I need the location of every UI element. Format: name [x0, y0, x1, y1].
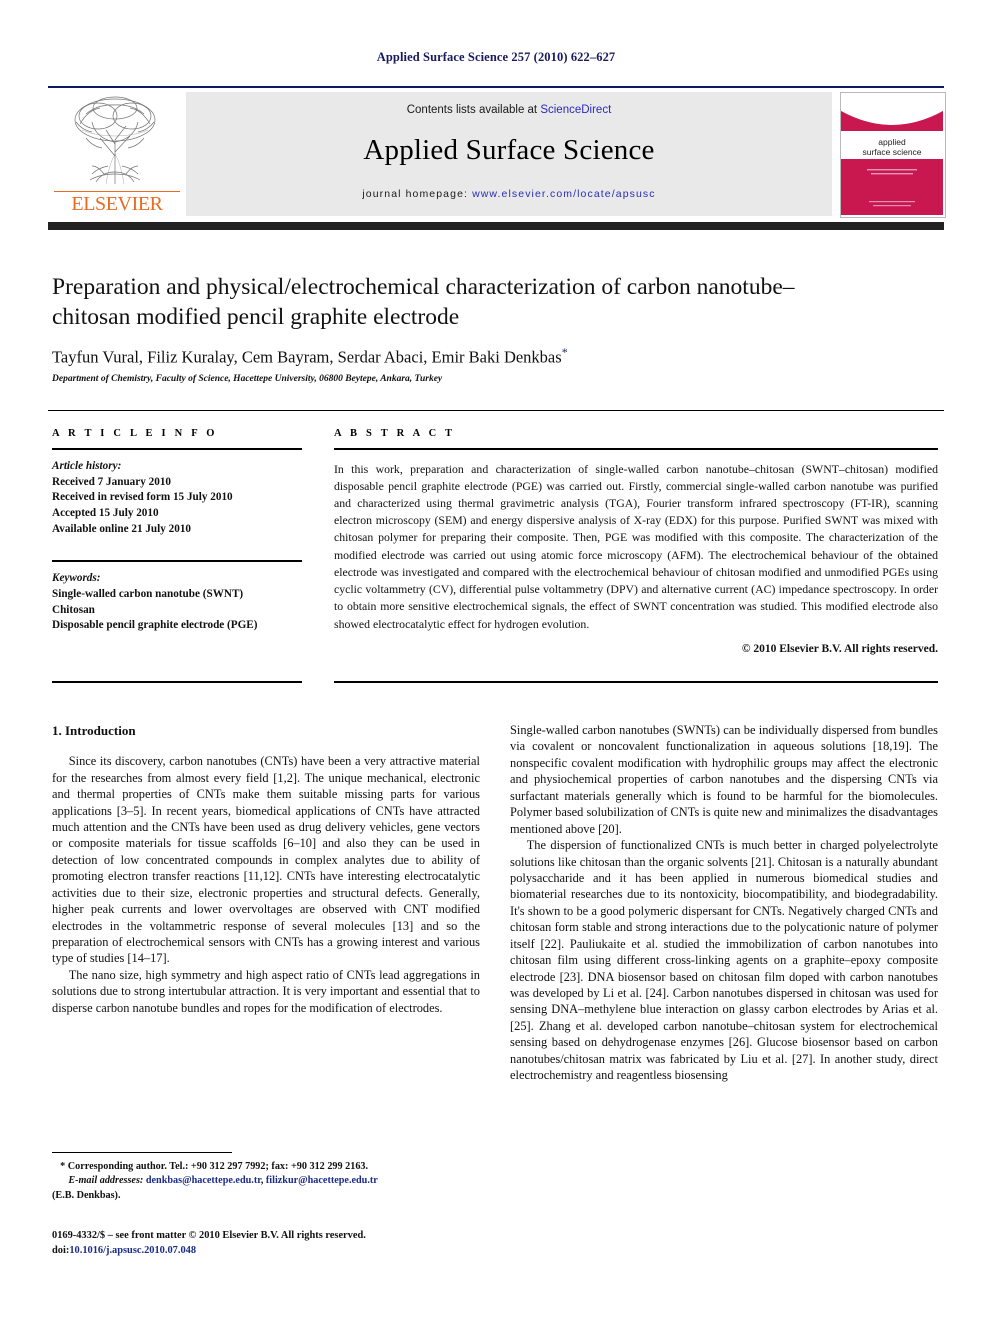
- email-note: E-mail addresses: denkbas@hacettepe.edu.…: [68, 1175, 378, 1187]
- journal-cover-thumbnail: applied surface science: [840, 92, 946, 218]
- email-addresses-label: E-mail addresses:: [68, 1175, 144, 1187]
- paragraph: The nano size, high symmetry and high as…: [52, 967, 480, 1015]
- masthead-bottom-bar: [48, 222, 944, 230]
- article-title: Preparation and physical/electrochemical…: [52, 274, 795, 331]
- keyword-item: Disposable pencil graphite electrode (PG…: [52, 619, 258, 632]
- elsevier-logo: ELSEVIER: [48, 92, 186, 216]
- elsevier-wordmark: ELSEVIER: [71, 193, 163, 215]
- cover-artwork: applied surface science: [841, 93, 943, 215]
- contents-lists-line: Contents lists available at ScienceDirec…: [186, 104, 832, 116]
- abstract-heading: A B S T R A C T: [334, 428, 456, 439]
- journal-homepage-line: journal homepage: www.elsevier.com/locat…: [186, 188, 832, 200]
- abstract-block: A B S T R A C T In this work, preparatio…: [334, 428, 938, 655]
- keywords-divider-rule: [52, 560, 302, 562]
- author-names: Tayfun Vural, Filiz Kuralay, Cem Bayram,…: [52, 347, 562, 367]
- abstract-heading-rule: [334, 448, 938, 450]
- top-navy-rule: [48, 86, 944, 88]
- section-heading-introduction: 1. Introduction: [52, 723, 136, 738]
- journal-masthead: ELSEVIER Contents lists available at Sci…: [48, 92, 946, 218]
- footnote-separator-rule: [52, 1152, 232, 1153]
- abstract-text: In this work, preparation and characteri…: [334, 461, 938, 631]
- doi-link[interactable]: 10.1016/j.apsusc.2010.07.048: [69, 1245, 196, 1256]
- svg-text:surface science: surface science: [862, 147, 921, 157]
- homepage-url-link[interactable]: www.elsevier.com/locate/apsusc: [472, 188, 656, 200]
- keywords-block: Keywords: Single-walled carbon nanotube …: [52, 571, 302, 635]
- issn-copyright-line: 0169-4332/$ – see front matter © 2010 El…: [52, 1230, 366, 1241]
- contents-prefix-text: Contents lists available at: [406, 104, 541, 116]
- footnote-block: * Corresponding author. Tel.: +90 312 29…: [52, 1160, 482, 1203]
- article-info-block: A R T I C L E I N F O Article history: R…: [52, 428, 302, 634]
- body-column-left: 1. Introduction Since its discovery, car…: [52, 722, 480, 1016]
- affiliation: Department of Chemistry, Faculty of Scie…: [52, 374, 443, 384]
- journal-title: Applied Surface Science: [363, 134, 655, 166]
- masthead-grey-band: Contents lists available at ScienceDirec…: [186, 92, 832, 216]
- keyword-item: Chitosan: [52, 603, 95, 616]
- article-info-heading: A R T I C L E I N F O: [52, 428, 218, 439]
- doi-label: doi:: [52, 1245, 70, 1257]
- sciencedirect-link[interactable]: ScienceDirect: [540, 104, 611, 116]
- article-history-block: Article history: Received 7 January 2010…: [52, 459, 302, 539]
- journal-article-page: Applied Surface Science 257 (2010) 622–6…: [0, 0, 992, 1323]
- imprint-block: 0169-4332/$ – see front matter © 2010 El…: [52, 1228, 482, 1258]
- abstract-copyright: © 2010 Elsevier B.V. All rights reserved…: [741, 642, 938, 655]
- paragraph: Since its discovery, carbon nanotubes (C…: [52, 754, 480, 966]
- history-item: Accepted 15 July 2010: [52, 507, 159, 520]
- elsevier-divider-rule: [54, 190, 180, 192]
- doi-line: doi:10.1016/j.apsusc.2010.07.048: [52, 1243, 482, 1258]
- running-head: Applied Surface Science 257 (2010) 622–6…: [376, 50, 616, 64]
- paragraph: The dispersion of functionalized CNTs is…: [510, 838, 938, 1083]
- paragraph: Single-walled carbon nanotubes (SWNTs) c…: [510, 723, 938, 836]
- history-item: Received in revised form 15 July 2010: [52, 491, 233, 504]
- info-abstract-top-rule: [48, 410, 944, 411]
- article-info-heading-rule: [52, 448, 302, 450]
- corresponding-author-marker: *: [561, 345, 568, 359]
- elsevier-tree-icon: [74, 96, 156, 185]
- homepage-label: journal homepage:: [362, 188, 469, 200]
- info-bottom-rule: [52, 681, 302, 683]
- article-history-label: Article history:: [52, 459, 122, 472]
- svg-text:applied: applied: [878, 137, 906, 147]
- history-item: Received 7 January 2010: [52, 475, 172, 488]
- corresponding-author-note: * Corresponding author. Tel.: +90 312 29…: [60, 1161, 369, 1172]
- body-column-right: Single-walled carbon nanotubes (SWNTs) c…: [510, 722, 938, 1084]
- abstract-bottom-rule: [334, 681, 938, 683]
- keyword-item: Single-walled carbon nanotube (SWNT): [52, 587, 244, 600]
- email-attribution: (E.B. Denkbas).: [52, 1189, 121, 1201]
- email-link-1[interactable]: denkbas@hacettepe.edu.tr: [146, 1175, 261, 1186]
- author-list: Tayfun Vural, Filiz Kuralay, Cem Bayram,…: [52, 345, 882, 368]
- email-link-2[interactable]: filizkur@hacettepe.edu.tr: [266, 1175, 378, 1186]
- keywords-label: Keywords:: [52, 571, 101, 584]
- history-item: Available online 21 July 2010: [52, 523, 192, 536]
